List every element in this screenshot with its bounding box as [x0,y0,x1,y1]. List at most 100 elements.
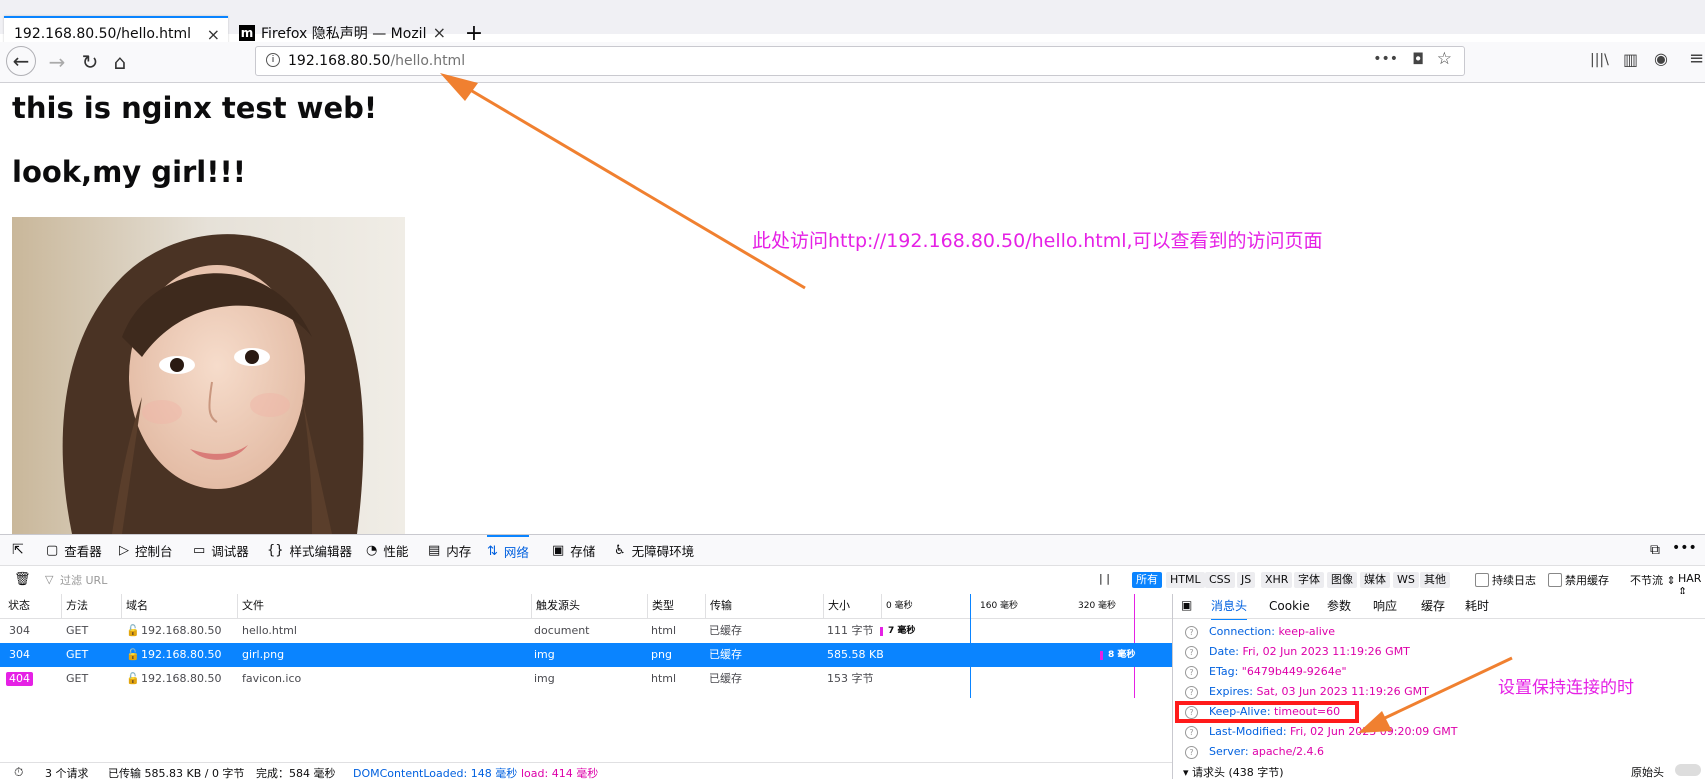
page-actions-icon[interactable]: ••• [1373,51,1398,67]
filter-js[interactable]: JS [1237,572,1256,588]
element-picker-icon[interactable]: ⇱ [12,542,24,558]
header-line: Connection: keep-alive [1209,625,1335,638]
row-size: 153 字节 [827,672,874,685]
filter-css[interactable]: CSS [1205,572,1235,588]
tab-label: 存储 [570,543,596,559]
col-method[interactable]: 方法 [62,594,122,618]
timeline-tick: 320 毫秒 [1078,601,1117,611]
filter-url-input[interactable]: 过滤 URL [60,572,107,588]
braces-icon: {} [267,542,284,558]
finish-time: 完成：584 毫秒 [256,767,336,780]
throttle-select[interactable]: 不节流 ⇕ [1630,572,1676,588]
dock-icon[interactable]: ⧉ [1650,542,1660,558]
tab-console[interactable]: ▷ 控制台 [119,535,173,565]
persist-log-checkbox[interactable] [1475,573,1489,587]
help-icon[interactable]: ? [1185,626,1198,639]
pocket-icon[interactable]: ◘ [1412,50,1424,68]
network-filter-bar: 🗑 ▽ 过滤 URL | | 所有 HTML CSS JS XHR 字体 图像 … [0,566,1705,598]
col-domain[interactable]: 域名 [122,594,238,618]
disable-cache-checkbox[interactable] [1548,573,1562,587]
more-options-icon[interactable]: ••• [1672,540,1697,556]
raw-headers-toggle[interactable] [1675,764,1701,776]
header-name: Date: [1209,645,1239,658]
insecure-lock-icon: 🔓 [126,648,140,661]
toggle-panel-icon[interactable]: ▣ [1181,598,1192,612]
help-icon[interactable]: ? [1185,726,1198,739]
filter-xhr[interactable]: XHR [1261,572,1293,588]
tab-title: Firefox 隐私声明 — Mozil [261,26,427,42]
back-button[interactable]: ← [6,46,36,76]
table-row[interactable]: 304 GET 🔓 192.168.80.50 hello.html docum… [0,619,1172,643]
row-size: 585.58 KB [827,648,884,661]
col-cause[interactable]: 触发源头 [532,594,648,618]
col-transfer[interactable]: 传输 [706,594,824,618]
tab-inspector[interactable]: ▢ 查看器 [46,535,102,565]
library-icon[interactable]: |||\ [1590,52,1609,68]
close-icon[interactable]: × [433,23,446,42]
filter-images[interactable]: 图像 [1327,572,1357,588]
tab-network[interactable]: ⇅ 网络 [487,535,529,565]
filter-fonts[interactable]: 字体 [1294,572,1324,588]
annotation-arrow [1358,656,1513,733]
debugger-icon: ▭ [193,542,206,558]
help-icon[interactable]: ? [1185,646,1198,659]
forward-button[interactable]: → [42,47,72,77]
col-status[interactable]: 状态 [4,594,62,618]
info-icon[interactable]: i [266,53,280,67]
reload-button[interactable]: ↻ [75,47,105,77]
row-type: png [651,648,672,661]
row-cause: img [534,648,555,661]
inspector-icon: ▢ [46,542,59,558]
tab-headers[interactable]: 消息头 [1211,594,1248,620]
col-file[interactable]: 文件 [238,594,532,618]
row-file: girl.png [242,648,285,661]
tab-style-editor[interactable]: {} 样式编辑器 [267,535,352,565]
filter-html[interactable]: HTML [1166,572,1205,588]
home-button[interactable]: ⌂ [105,47,135,77]
url-bar[interactable]: i 192.168.80.50/hello.html ••• ◘ ☆ [255,46,1465,76]
help-icon[interactable]: ? [1185,686,1198,699]
persist-log-label: 持续日志 [1492,574,1536,587]
tab-response[interactable]: 响应 [1373,594,1397,618]
tab-debugger[interactable]: ▭ 调试器 [193,535,249,565]
tab-strip: 192.168.80.50/hello.html × m Firefox 隐私声… [0,0,1705,50]
tab-cache[interactable]: 缓存 [1421,594,1445,618]
trash-icon[interactable]: 🗑 [14,572,31,587]
tab-storage[interactable]: ▣ 存储 [552,535,595,565]
timing-bar [1100,651,1103,660]
col-size[interactable]: 大小 [824,594,882,618]
account-icon[interactable]: ◉ [1654,49,1668,68]
url-text[interactable]: 192.168.80.50/hello.html [288,53,465,69]
filter-all[interactable]: 所有 [1132,572,1162,588]
tab-accessibility[interactable]: ♿ 无障碍环境 [614,535,694,565]
table-row[interactable]: 404 GET 🔓 192.168.80.50 favicon.ico img … [0,667,1172,691]
sidebar-icon[interactable]: ▥ [1623,50,1638,69]
page-subheading: look,my girl!!! [12,155,246,189]
menu-icon[interactable]: ≡ [1689,48,1704,69]
filter-other[interactable]: 其他 [1420,572,1450,588]
navigation-toolbar: ← → ↻ ⌂ i 192.168.80.50/hello.html ••• ◘… [0,42,1705,83]
col-type[interactable]: 类型 [648,594,706,618]
tab-timings[interactable]: 耗时 [1465,594,1489,618]
tab-params[interactable]: 参数 [1327,594,1351,618]
row-domain: 192.168.80.50 [141,648,222,661]
page-content: this is nginx test web! look,my girl!!! [0,73,1705,534]
tab-label: 无障碍环境 [631,543,695,559]
help-icon[interactable]: ? [1185,746,1198,759]
tab-performance[interactable]: ◔ 性能 [366,535,408,565]
table-row[interactable]: 304 GET 🔓 192.168.80.50 girl.png img png… [0,643,1172,667]
pause-icon[interactable]: | | [1099,572,1110,585]
mozilla-icon: m [239,25,255,41]
devtools-panel: ⇱ ▢ 查看器 ▷ 控制台 ▭ 调试器 {} 样式编辑器 ◔ 性能 ▤ 内存 ⇅ 网络 ▣ 存储… [0,534,1705,780]
bookmark-star-icon[interactable]: ☆ [1437,49,1452,69]
timeline-tick: 160 毫秒 [980,601,1019,611]
filter-ws[interactable]: WS [1393,572,1419,588]
filter-media[interactable]: 媒体 [1360,572,1390,588]
help-icon[interactable]: ? [1185,666,1198,679]
tab-memory[interactable]: ▤ 内存 [428,535,471,565]
tab-label: 样式编辑器 [289,543,353,559]
tab-label: 控制台 [135,543,173,559]
keep-alive-highlight [1175,701,1359,723]
tab-cookies[interactable]: Cookie [1269,594,1310,618]
row-cause: document [534,624,590,637]
